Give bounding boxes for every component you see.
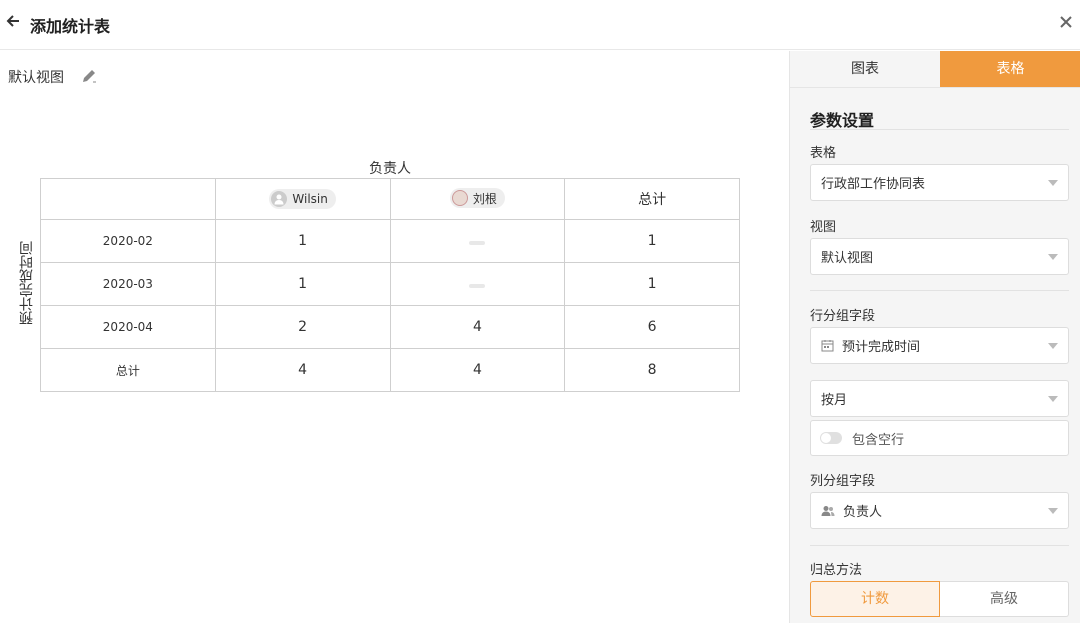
table-field-label: 表格 — [810, 146, 837, 161]
table-cell: 6 — [564, 305, 740, 349]
pencil-icon[interactable] — [80, 67, 98, 89]
row-group-value: 预计完成时间 — [842, 340, 921, 355]
dialog-title: 添加统计表 — [30, 17, 111, 36]
chevron-down-icon — [1048, 180, 1058, 186]
column-header-total: 总计 — [564, 178, 740, 220]
panel-tabs: 图表 表格 — [790, 51, 1080, 88]
table-row: 2020-04 2 4 6 — [40, 305, 740, 349]
chevron-down-icon — [1048, 254, 1058, 260]
table-total-row: 总计 4 4 8 — [40, 348, 740, 392]
table-cell — [389, 219, 566, 263]
chevron-down-icon — [1048, 508, 1058, 514]
column-header-liugen: 刘根 — [389, 178, 566, 220]
divider — [810, 129, 1069, 130]
table-cell: 4 — [389, 348, 566, 392]
divider — [810, 545, 1069, 546]
tab-chart[interactable]: 图表 — [790, 51, 940, 88]
column-group-title: 负责人 — [369, 161, 411, 177]
chevron-down-icon — [1048, 343, 1058, 349]
table-cell: 1 — [564, 262, 740, 306]
col-group-label: 列分组字段 — [810, 474, 876, 489]
table-cell: 2 — [214, 305, 391, 349]
row-label: 2020-03 — [40, 262, 216, 306]
settings-panel: 图表 表格 参数设置 表格 行政部工作协同表 视图 默认视图 行分组字段 预计完… — [789, 51, 1080, 623]
include-empty-label: 包含空行 — [852, 432, 905, 448]
summary-count-option[interactable]: 计数 — [810, 581, 940, 617]
granularity-select[interactable]: 按月 — [810, 380, 1069, 417]
view-select-value: 默认视图 — [821, 251, 874, 266]
summary-advanced-option[interactable]: 高级 — [940, 581, 1069, 617]
table-header-row: Wilsin 刘根 总计 — [40, 178, 740, 220]
col-group-value: 负责人 — [843, 505, 883, 520]
users-icon — [821, 505, 835, 517]
col-group-select[interactable]: 负责人 — [810, 492, 1069, 529]
row-group-select[interactable]: 预计完成时间 — [810, 327, 1069, 364]
view-field-label: 视图 — [810, 220, 837, 235]
table-preview-area: 默认视图 负责人 预计完成时间 Wilsin 刘根 总计 2020-02 1 1… — [0, 51, 789, 623]
table-cell: 8 — [564, 348, 740, 392]
table-row: 2020-02 1 1 — [40, 219, 740, 263]
row-label: 2020-02 — [40, 219, 216, 263]
table-cell: 1 — [214, 262, 391, 306]
table-select-value: 行政部工作协同表 — [821, 177, 926, 192]
user-name: Wilsin — [292, 192, 328, 206]
include-empty-row-box: 包含空行 — [810, 420, 1069, 456]
stat-table: Wilsin 刘根 总计 2020-02 1 1 2020-03 1 1 202… — [40, 178, 740, 392]
dialog-header: 添加统计表 — [0, 0, 1080, 50]
table-cell: 4 — [389, 305, 566, 349]
avatar — [271, 191, 288, 207]
table-cell: 1 — [214, 219, 391, 263]
section-title: 参数设置 — [810, 111, 875, 130]
row-group-title: 预计完成时间 — [19, 241, 35, 325]
user-chip: 刘根 — [449, 188, 505, 208]
calendar-icon — [821, 339, 834, 352]
table-cell — [389, 262, 566, 306]
corner-cell — [40, 178, 216, 220]
column-header-wilsin: Wilsin — [214, 178, 391, 220]
row-group-label: 行分组字段 — [810, 309, 876, 324]
include-empty-toggle[interactable] — [820, 432, 842, 444]
table-cell: 4 — [214, 348, 391, 392]
row-label: 总计 — [40, 348, 216, 392]
back-arrow-icon[interactable] — [6, 12, 20, 33]
empty-value-bar — [469, 241, 486, 245]
avatar — [451, 190, 468, 206]
granularity-value: 按月 — [821, 393, 848, 408]
divider — [810, 290, 1069, 291]
user-name: 刘根 — [472, 191, 497, 206]
row-label: 2020-04 — [40, 305, 216, 349]
summary-method-toggle: 计数 高级 — [810, 581, 1069, 617]
table-row: 2020-03 1 1 — [40, 262, 740, 306]
table-cell: 1 — [564, 219, 740, 263]
summary-method-label: 归总方法 — [810, 563, 863, 578]
table-select[interactable]: 行政部工作协同表 — [810, 164, 1069, 201]
empty-value-bar — [469, 284, 486, 288]
view-select[interactable]: 默认视图 — [810, 238, 1069, 275]
view-name: 默认视图 — [8, 70, 64, 86]
chevron-down-icon — [1048, 396, 1058, 402]
close-icon[interactable] — [1060, 12, 1072, 33]
tab-table[interactable]: 表格 — [940, 51, 1080, 88]
user-chip: Wilsin — [269, 189, 336, 209]
